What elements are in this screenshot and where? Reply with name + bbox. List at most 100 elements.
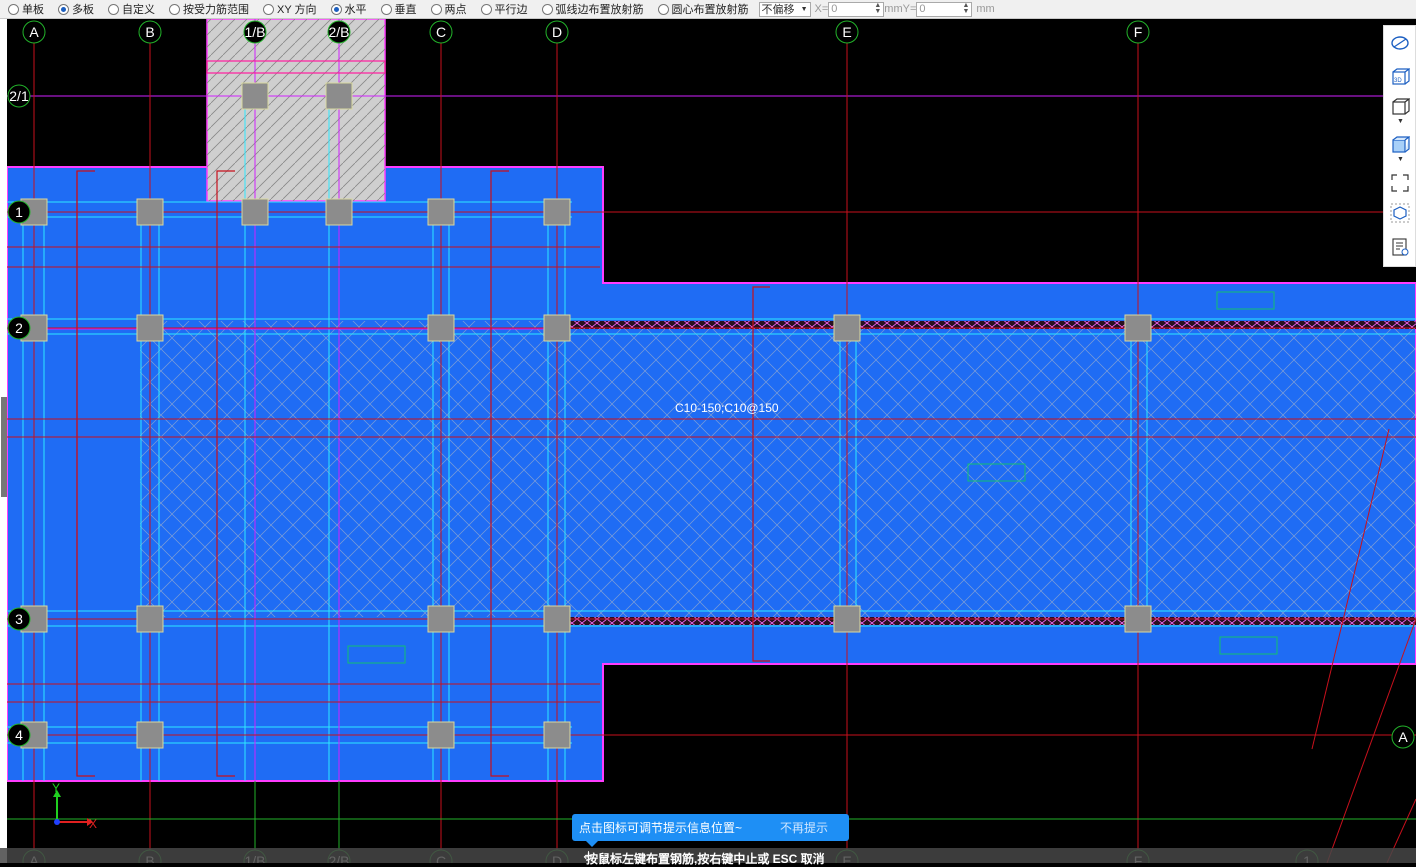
- tip-popup[interactable]: 点击图标可调节提示信息位置~ 不再提示: [572, 814, 849, 847]
- column[interactable]: [136, 198, 164, 226]
- y-offset-input[interactable]: 0 ▲ ▼: [916, 1, 973, 17]
- option-radio-6[interactable]: 垂直: [373, 1, 417, 17]
- spinner-icon[interactable]: ▲ ▼: [874, 2, 881, 15]
- properties-list-icon[interactable]: [1389, 236, 1411, 258]
- radio-icon[interactable]: [8, 3, 19, 15]
- option-radio-5[interactable]: 水平: [323, 1, 367, 17]
- dropdown-arrow-icon[interactable]: ▼: [1397, 156, 1404, 163]
- zoom-extents-icon[interactable]: [1389, 172, 1411, 194]
- column[interactable]: [543, 605, 571, 633]
- column[interactable]: [543, 198, 571, 226]
- offset-select[interactable]: 不偏移 ▼: [758, 1, 811, 17]
- radio-icon[interactable]: [541, 3, 553, 15]
- radio-icon[interactable]: [169, 3, 180, 15]
- rotate-view-icon[interactable]: [1389, 32, 1411, 54]
- drawing-canvas[interactable]: C10-150;C10@150 AB1/B2/BCDEF2/11234AB1/B…: [7, 19, 1416, 863]
- x-offset-value: 0: [831, 3, 838, 15]
- display-settings-icon[interactable]: [1389, 202, 1411, 224]
- top-axis-label: F: [1134, 24, 1143, 40]
- column[interactable]: [833, 314, 861, 342]
- column[interactable]: [833, 605, 861, 633]
- column[interactable]: [427, 721, 455, 749]
- x-label: X=: [814, 3, 829, 15]
- option-label: 水平: [344, 4, 367, 16]
- option-label: 垂直: [394, 4, 417, 16]
- dropdown-arrow-icon[interactable]: ▼: [1397, 118, 1404, 125]
- box-view-icon[interactable]: [1389, 96, 1411, 118]
- option-radio-3[interactable]: 按受力筋范围: [161, 1, 249, 17]
- option-radio-8[interactable]: 平行边: [473, 1, 528, 17]
- option-label: 平行边: [494, 4, 528, 16]
- column[interactable]: [325, 82, 353, 110]
- column[interactable]: [543, 314, 571, 342]
- column[interactable]: [427, 314, 455, 342]
- option-radio-4[interactable]: XY 方向: [255, 1, 317, 17]
- column[interactable]: [427, 605, 455, 633]
- solid-box-icon[interactable]: [1389, 134, 1411, 156]
- top-axis-label: 1/B: [244, 24, 265, 40]
- option-label: 自定义: [122, 4, 155, 16]
- option-radio-9[interactable]: 弧线边布置放射筋: [534, 1, 644, 17]
- y-offset-value: 0: [919, 3, 926, 15]
- column[interactable]: [1124, 314, 1152, 342]
- column[interactable]: [325, 198, 353, 226]
- option-label: 按受力筋范围: [183, 4, 249, 16]
- radio-icon[interactable]: [263, 3, 274, 15]
- x-offset-input[interactable]: 0 ▲ ▼: [828, 1, 885, 17]
- top-axis-label: B: [145, 24, 154, 40]
- section-hatch: [207, 19, 385, 201]
- radio-icon[interactable]: [330, 3, 342, 15]
- option-radio-1[interactable]: 多板: [50, 1, 94, 17]
- column[interactable]: [241, 198, 269, 226]
- mm-label: mm: [976, 3, 995, 15]
- radio-icon[interactable]: [430, 3, 442, 15]
- option-label: XY 方向: [277, 4, 317, 16]
- column[interactable]: [543, 721, 571, 749]
- left-panel-edge: [0, 19, 7, 863]
- radio-icon[interactable]: [657, 3, 669, 15]
- left-axis-label: 4: [15, 727, 23, 743]
- radio-icon[interactable]: [480, 3, 492, 15]
- chain-band-pattern: [567, 617, 1416, 625]
- radio-icon[interactable]: [380, 3, 392, 15]
- ucs-y-label: Y: [52, 781, 60, 795]
- radio-icon[interactable]: [58, 3, 69, 15]
- top-axis-label: E: [842, 24, 851, 40]
- option-radio-2[interactable]: 自定义: [100, 1, 155, 17]
- dont-show-again-link[interactable]: 不再提示: [780, 819, 828, 836]
- option-label: 圆心布置放射筋: [671, 4, 749, 16]
- option-radio-7[interactable]: 两点: [423, 1, 467, 17]
- top-axis-label: 2/B: [328, 24, 349, 40]
- chevron-down-icon: ▼: [800, 5, 808, 13]
- column[interactable]: [241, 82, 269, 110]
- rebar-label[interactable]: C10-150;C10@150: [675, 401, 779, 415]
- option-radio-0[interactable]: 单板: [0, 1, 44, 17]
- column[interactable]: [427, 198, 455, 226]
- right-axis-label: A: [1398, 729, 1408, 745]
- option-label: 两点: [444, 4, 467, 16]
- spinner-icon[interactable]: ▲ ▼: [962, 2, 969, 15]
- tip-tail: [586, 841, 598, 847]
- svg-text:3D: 3D: [1394, 78, 1402, 84]
- option-toolbar: 单板 多板 自定义 按受力筋范围 XY 方向 水平 垂直 两点 平行边 弧线边布置放射筋 圆心布置放…: [0, 0, 1416, 19]
- top-axis-label: D: [552, 24, 562, 40]
- column[interactable]: [136, 605, 164, 633]
- radio-icon[interactable]: [108, 3, 119, 15]
- column[interactable]: [136, 314, 164, 342]
- option-label: 多板: [72, 4, 94, 16]
- option-label: 单板: [22, 4, 44, 16]
- view-toolbar: 3D ▼ ▼: [1383, 25, 1416, 267]
- 3d-view-icon[interactable]: 3D: [1389, 66, 1411, 88]
- offset-select-value: 不偏移: [761, 4, 795, 16]
- y-label: Y=: [902, 3, 917, 15]
- top-axis-label: C: [436, 24, 446, 40]
- mm-label: mm: [884, 3, 903, 15]
- column[interactable]: [136, 721, 164, 749]
- option-radio-10[interactable]: 圆心布置放射筋: [650, 1, 749, 17]
- rebar-hatch-region[interactable]: [140, 321, 1416, 617]
- left-axis-label: 1: [15, 204, 23, 220]
- tip-message: 点击图标可调节提示信息位置~: [579, 821, 743, 835]
- option-label: 弧线边布置放射筋: [555, 4, 644, 16]
- column[interactable]: [1124, 605, 1152, 633]
- top-axis-label: A: [29, 24, 39, 40]
